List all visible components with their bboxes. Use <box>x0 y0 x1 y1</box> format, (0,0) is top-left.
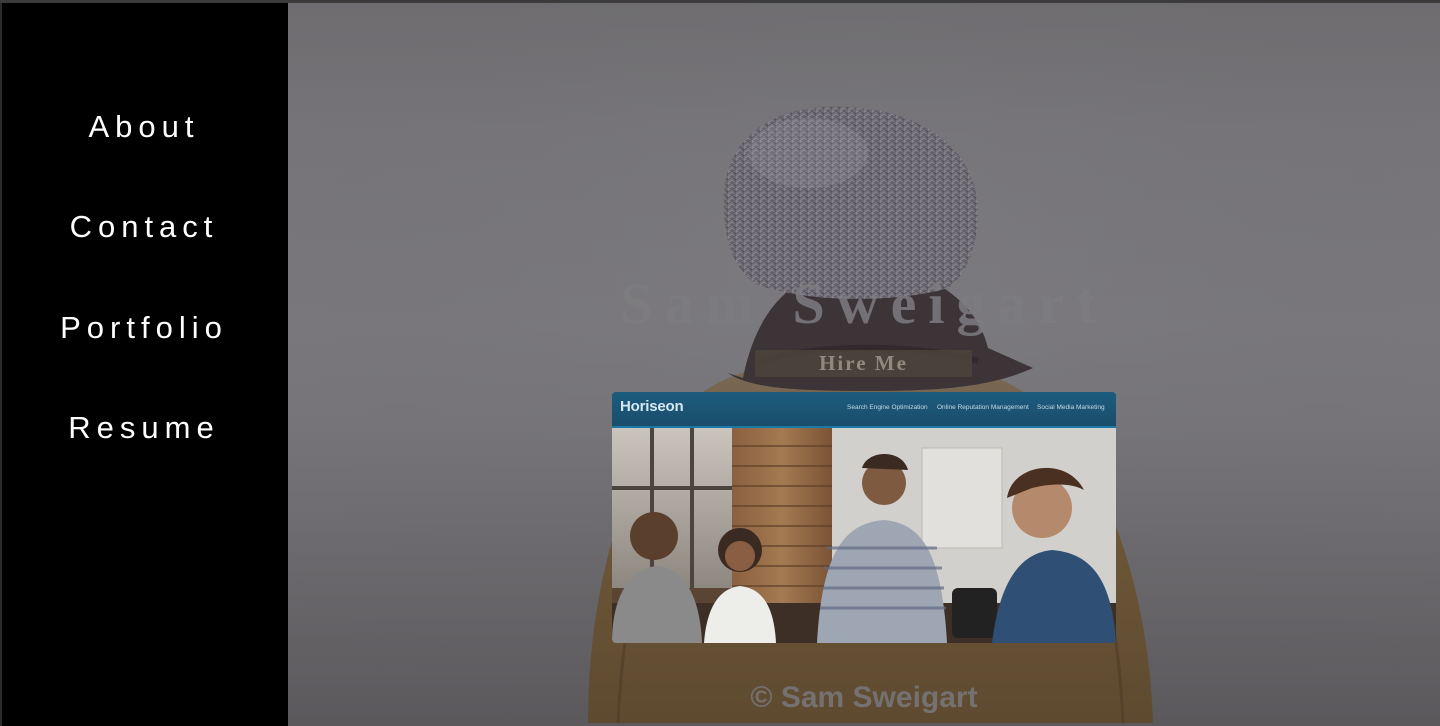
window-top-border <box>0 0 1440 3</box>
hire-me-button[interactable]: Hire Me <box>755 350 972 377</box>
project-site-header: Horiseon Search Engine Optimization Onli… <box>612 392 1116 428</box>
nav-link-portfolio[interactable]: Portfolio <box>0 308 288 348</box>
hero-title: Sam Sweigart <box>620 271 1108 336</box>
sidebar-nav: About Contact Portfolio Resume <box>0 3 288 726</box>
project-screenshot-image <box>612 428 1116 643</box>
portfolio-project-card[interactable]: Horiseon Search Engine Optimization Onli… <box>612 392 1116 643</box>
project-site-nav-item: Online Reputation Management <box>937 404 1029 411</box>
page: About Contact Portfolio Resume Sam Sweig… <box>0 0 1440 726</box>
nav-link-contact[interactable]: Contact <box>0 207 288 247</box>
nav-link-about[interactable]: About <box>0 107 288 147</box>
footer-copyright: © Sam Sweigart <box>750 681 978 714</box>
nav-link-resume[interactable]: Resume <box>0 408 288 448</box>
project-site-nav-item: Search Engine Optimization <box>847 404 928 411</box>
project-site-logo: Horiseon <box>620 398 684 415</box>
hero-section: Sam Sweigart Hire Me Horiseon Search Eng… <box>288 3 1440 726</box>
project-site-nav-item: Social Media Marketing <box>1037 404 1105 411</box>
